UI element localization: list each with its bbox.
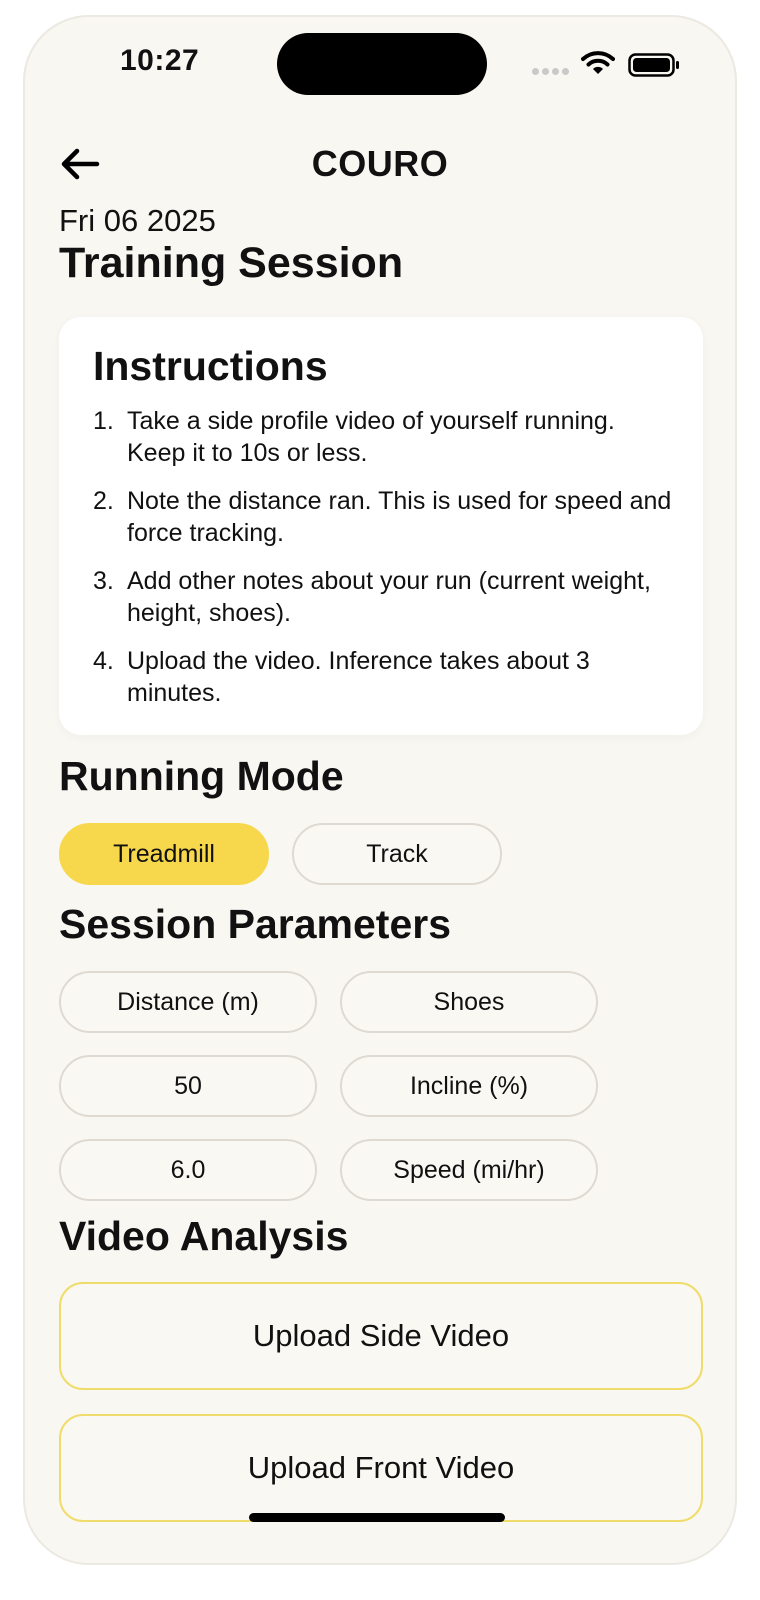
instruction-text: Upload the video. Inference takes about … xyxy=(127,647,590,707)
battery-icon xyxy=(628,53,679,77)
app-title: COURO xyxy=(311,143,449,184)
page-title: Training Session xyxy=(59,239,404,287)
running-mode-heading: Running Mode xyxy=(59,753,344,799)
distance-value-field[interactable]: 50 xyxy=(59,1055,317,1117)
instruction-item: 3. Add other notes about your run (curre… xyxy=(93,565,673,629)
instruction-text: Take a side profile video of yourself ru… xyxy=(127,407,615,467)
instruction-item: 1. Take a side profile video of yourself… xyxy=(93,405,673,469)
session-parameters-heading: Session Parameters xyxy=(59,901,452,947)
instructions-list: 1. Take a side profile video of yourself… xyxy=(93,405,673,725)
speed-field[interactable]: Speed (mi/hr) xyxy=(340,1139,598,1201)
speed-value-field[interactable]: 6.0 xyxy=(59,1139,317,1201)
instruction-number: 2. xyxy=(93,487,114,515)
instruction-number: 1. xyxy=(93,407,114,435)
mode-track-button[interactable]: Track xyxy=(292,823,502,885)
upload-side-video-button[interactable]: Upload Side Video xyxy=(59,1282,703,1390)
status-time: 10:27 xyxy=(120,44,200,77)
instruction-text: Add other notes about your run (current … xyxy=(127,567,651,627)
instruction-number: 4. xyxy=(93,647,114,675)
home-indicator xyxy=(249,1513,505,1522)
instruction-number: 3. xyxy=(93,567,114,595)
instruction-item: 4. Upload the video. Inference takes abo… xyxy=(93,645,673,709)
cellular-signal-icon xyxy=(532,67,572,75)
wifi-icon xyxy=(581,51,615,74)
session-date: Fri 06 2025 xyxy=(59,203,216,238)
upload-front-video-button[interactable]: Upload Front Video xyxy=(59,1414,703,1522)
instructions-card: Instructions 1. Take a side profile vide… xyxy=(59,317,703,735)
shoes-field[interactable]: Shoes xyxy=(340,971,598,1033)
instruction-item: 2. Note the distance ran. This is used f… xyxy=(93,485,673,549)
distance-field[interactable]: Distance (m) xyxy=(59,971,317,1033)
video-analysis-heading: Video Analysis xyxy=(59,1213,349,1259)
phone-screen: 10:27 COURO Fri 06 2025 Training Session… xyxy=(23,15,737,1565)
instruction-text: Note the distance ran. This is used for … xyxy=(127,487,672,547)
instructions-heading: Instructions xyxy=(93,343,328,389)
incline-field[interactable]: Incline (%) xyxy=(340,1055,598,1117)
mode-treadmill-button[interactable]: Treadmill xyxy=(59,823,269,885)
dynamic-island xyxy=(277,33,487,95)
